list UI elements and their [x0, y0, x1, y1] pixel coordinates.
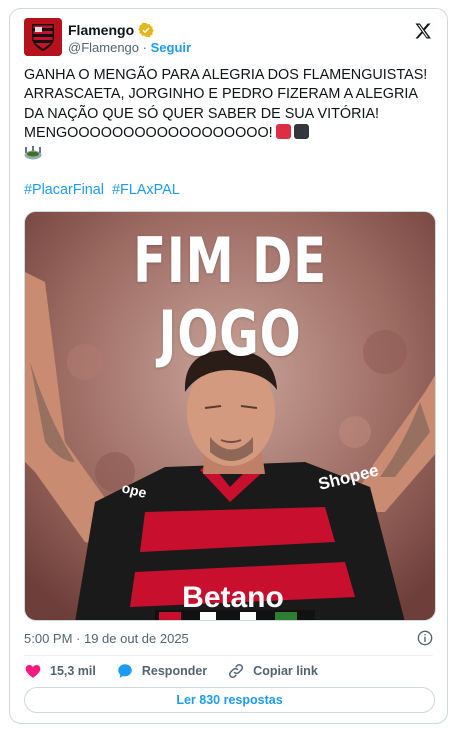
follow-button[interactable]: Seguir	[151, 40, 191, 55]
heart-icon	[25, 665, 41, 678]
divider	[24, 655, 433, 656]
black-square-icon	[293, 124, 309, 140]
like-button[interactable]: 15,3 mil	[24, 662, 96, 680]
read-replies-button[interactable]: Ler 830 respostas	[24, 687, 435, 713]
tweet-timestamp[interactable]: 5:00 PM · 19 de out de 2025	[24, 631, 189, 646]
tweet-media-image[interactable]: Betano Shopee ope FIM DE JOGO	[24, 211, 436, 621]
tweet-body: GANHA O MENGÃO PARA ALEGRIA DOS FLAMENGU…	[24, 67, 428, 142]
reply-button[interactable]: Responder	[116, 662, 207, 680]
account-handle[interactable]: @Flamengo	[68, 40, 139, 55]
shirt-sponsor-betano: Betano	[182, 581, 284, 614]
reply-bubble-icon	[118, 664, 132, 678]
copy-link-label: Copiar link	[253, 664, 318, 678]
tweet-actions: 15,3 mil Responder Copiar link	[24, 661, 338, 681]
hashtag-flaxpal[interactable]: #FLAxPAL	[112, 182, 180, 198]
like-count: 15,3 mil	[50, 664, 96, 678]
read-replies-label: Ler 830 respostas	[176, 693, 283, 707]
handle-separator: ·	[142, 40, 147, 55]
tweet-text: GANHA O MENGÃO PARA ALEGRIA DOS FLAMENGU…	[24, 66, 439, 163]
copy-link-button[interactable]: Copiar link	[227, 662, 318, 680]
media-headline: FIM DE JOGO	[133, 224, 327, 370]
flamengo-crest-icon	[24, 18, 62, 56]
stadium-icon	[24, 145, 42, 160]
reply-label: Responder	[141, 664, 208, 678]
red-square-icon	[275, 124, 291, 140]
x-logo-icon[interactable]	[413, 21, 433, 41]
link-icon	[229, 663, 244, 679]
verified-badge-icon	[138, 22, 154, 38]
account-name[interactable]: Flamengo	[68, 22, 134, 38]
hashtag-placarfinal[interactable]: #PlacarFinal	[24, 182, 104, 198]
tweet-card: Flamengo @Flamengo · Seguir GANHA O MENG…	[9, 8, 448, 724]
avatar[interactable]	[24, 18, 62, 56]
hashtags: #PlacarFinal #FLAxPAL	[24, 182, 184, 198]
info-icon[interactable]	[417, 630, 433, 646]
